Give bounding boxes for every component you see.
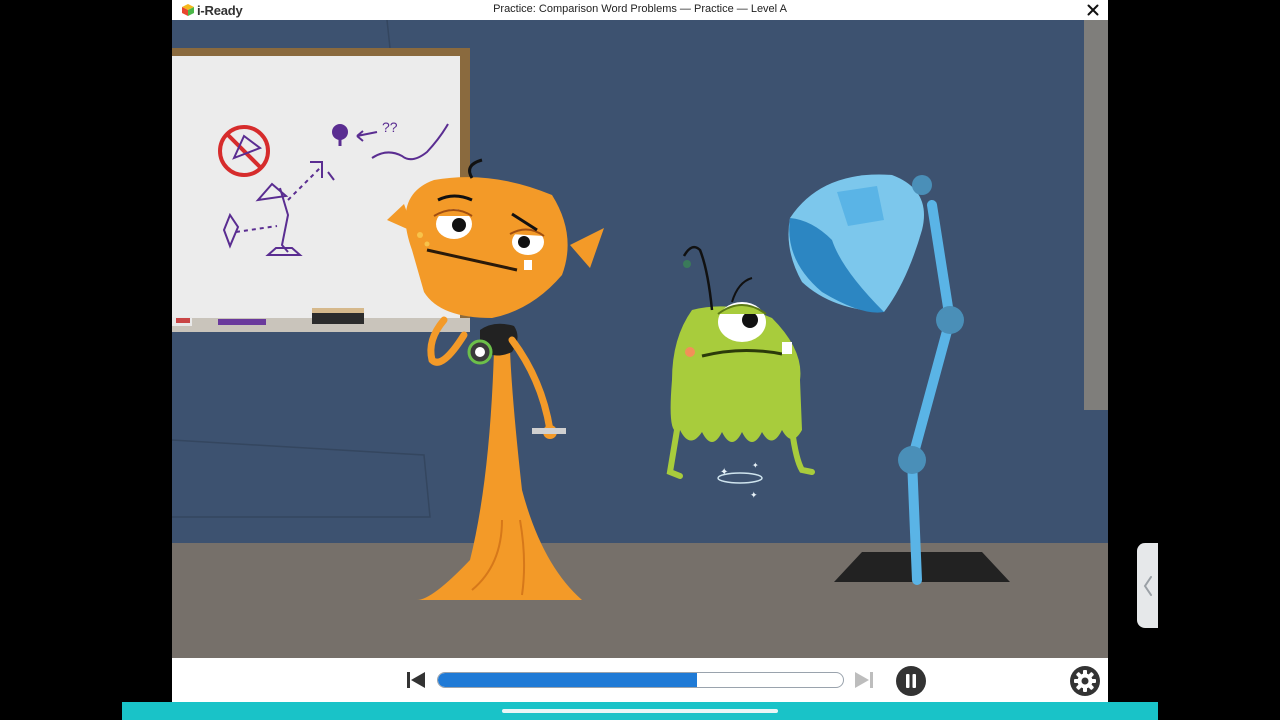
settings-button[interactable] xyxy=(1068,664,1102,698)
svg-text:✦: ✦ xyxy=(720,467,728,478)
player-controls xyxy=(172,658,1108,702)
gear-icon xyxy=(1070,666,1100,696)
close-icon xyxy=(1087,4,1099,16)
animation-scene: ?? ✦ ✦ ✦ xyxy=(172,20,1108,658)
previous-button[interactable] xyxy=(402,668,430,692)
svg-text:??: ?? xyxy=(382,119,398,135)
title-bar: i-Ready Practice: Comparison Word Proble… xyxy=(172,0,1108,20)
svg-text:✦: ✦ xyxy=(752,461,759,470)
chevron-left-icon xyxy=(1143,575,1152,596)
pause-icon xyxy=(896,666,926,696)
progress-fill xyxy=(438,673,698,687)
bottom-system-bar xyxy=(122,702,1158,720)
skip-forward-icon xyxy=(855,672,873,688)
wall-pillar xyxy=(1084,20,1108,410)
app-window: i-Ready Practice: Comparison Word Proble… xyxy=(172,0,1108,702)
svg-text:✦: ✦ xyxy=(750,491,758,501)
pause-button[interactable] xyxy=(895,665,927,697)
next-button[interactable] xyxy=(850,668,878,692)
close-button[interactable] xyxy=(1084,1,1102,19)
lesson-title: Practice: Comparison Word Problems — Pra… xyxy=(493,3,787,15)
progress-bar[interactable] xyxy=(437,672,844,688)
side-panel-tab[interactable] xyxy=(1137,543,1158,628)
home-indicator[interactable] xyxy=(502,709,778,713)
skip-back-icon xyxy=(407,672,425,688)
lesson-video-stage[interactable]: ?? ✦ ✦ ✦ xyxy=(172,20,1108,658)
